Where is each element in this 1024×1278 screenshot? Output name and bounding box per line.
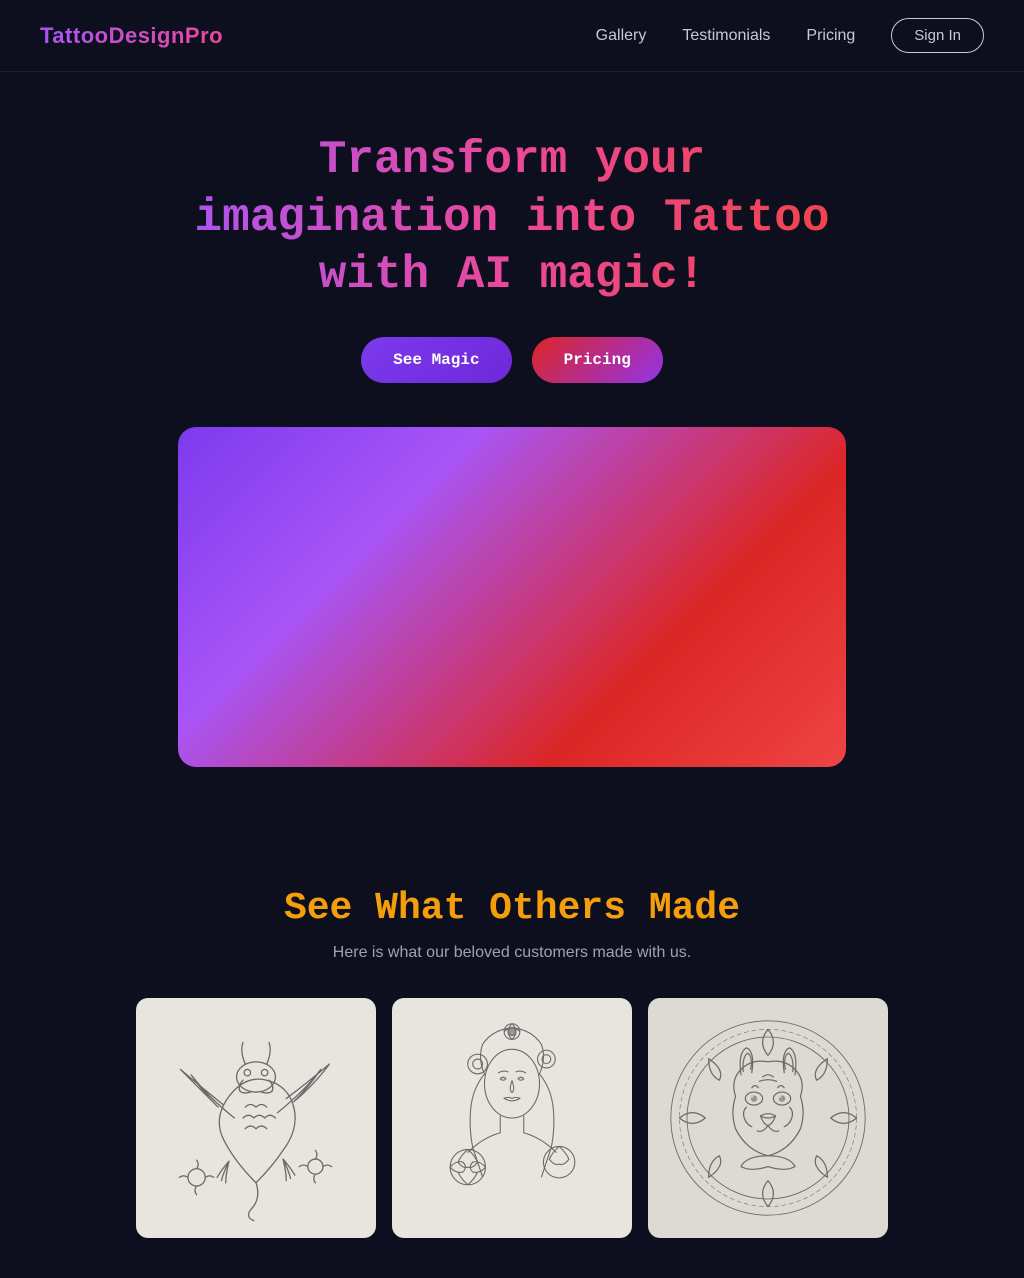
see-magic-button[interactable]: See Magic [361,337,511,383]
nav-logo[interactable]: TattooDesignPro [40,23,223,49]
nav-gallery[interactable]: Gallery [596,27,647,45]
nav-pricing[interactable]: Pricing [806,27,855,45]
hero-title: Transform your imagination into Tattoo w… [162,132,862,305]
hero-preview-image [178,427,846,767]
nav-links: Gallery Testimonials Pricing Sign In [596,18,984,53]
gallery-card-wolf [648,998,888,1238]
dragon-svg [148,1010,364,1226]
woman-svg [404,1010,620,1226]
gallery-card-dragon [136,998,376,1238]
nav-testimonials[interactable]: Testimonials [682,27,770,45]
navbar: TattooDesignPro Gallery Testimonials Pri… [0,0,1024,72]
hero-section: Transform your imagination into Tattoo w… [0,72,1024,867]
hero-buttons: See Magic Pricing [361,337,663,383]
gallery-grid [40,998,984,1238]
wolf-svg [660,1010,876,1226]
gallery-card-woman [392,998,632,1238]
pricing-button[interactable]: Pricing [532,337,663,383]
gallery-title: See What Others Made [40,887,984,930]
signin-button[interactable]: Sign In [891,18,984,53]
gallery-section: See What Others Made Here is what our be… [0,867,1024,1278]
gallery-subtitle: Here is what our beloved customers made … [40,944,984,962]
